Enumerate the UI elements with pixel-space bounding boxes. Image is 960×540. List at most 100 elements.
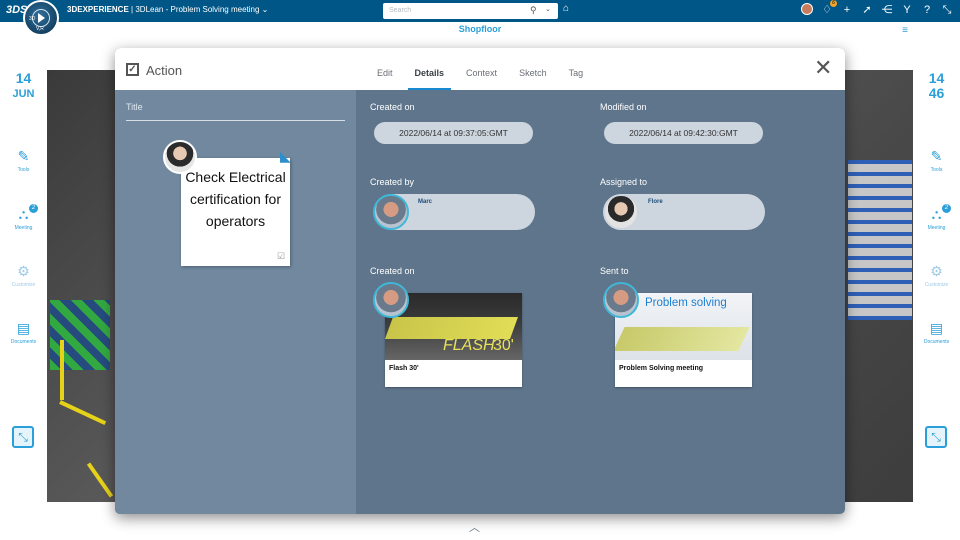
created-on-value: 2022/06/14 at 09:37:05:GMT: [374, 122, 533, 144]
tab-details[interactable]: Details: [407, 48, 452, 90]
compass-vr-label: V,R: [36, 26, 44, 32]
rail-item-label: Documents: [10, 339, 37, 345]
notifications-icon[interactable]: ♢ 6: [820, 0, 837, 17]
created-by-label: Created by: [370, 177, 415, 187]
rail-item-label: Customize: [11, 282, 36, 288]
meeting-badge: 2: [29, 204, 38, 213]
note-curl-icon[interactable]: ◣: [280, 148, 291, 165]
app-name: 3DLean - Problem Solving meeting: [135, 5, 260, 14]
thumb-number: 30': [493, 337, 514, 354]
meeting-icon: ⛬ 2: [0, 204, 47, 223]
search-box[interactable]: Search ⚲ ⌄: [383, 3, 558, 19]
dialog-tabs: Edit Details Context Sketch Tag: [370, 48, 598, 90]
chevron-down-icon: ⌄: [261, 5, 269, 14]
title-label: Title: [126, 102, 143, 112]
notification-badge: 6: [830, 0, 837, 7]
rail-item-tools[interactable]: ✎ Tools: [913, 148, 960, 173]
thumb-text: FLASH: [443, 337, 495, 354]
scene-floor-line: [60, 340, 64, 400]
tab-tag[interactable]: Tag: [562, 48, 591, 90]
apps-icon[interactable]: Y: [900, 3, 914, 17]
avatar: [603, 194, 639, 230]
rail-item-label: Meeting: [927, 225, 946, 231]
tab-edit[interactable]: Edit: [370, 48, 400, 90]
meeting-badge: 2: [942, 204, 951, 213]
created-on-label: Created on: [370, 102, 415, 112]
avatar: [603, 282, 639, 318]
card-title: Problem Solving meeting: [619, 365, 704, 372]
tab-context[interactable]: Context: [459, 48, 504, 90]
modified-on-value: 2022/06/14 at 09:42:30:GMT: [604, 122, 763, 144]
note-checkbox-icon[interactable]: ☑: [277, 251, 285, 262]
add-icon[interactable]: +: [840, 3, 854, 17]
help-icon[interactable]: ?: [920, 3, 934, 17]
rail-item-meeting[interactable]: ⛬ 2 Meeting: [0, 204, 47, 231]
compass[interactable]: 3D V,R: [23, 0, 59, 36]
rail-item-tools[interactable]: ✎ Tools: [0, 148, 47, 173]
search-icon[interactable]: ⚲: [530, 5, 537, 16]
document-icon: ▤: [16, 320, 31, 336]
right-rail: 14 46 ✎ Tools ⛬ 2 Meeting ⚙ Customize ▤ D…: [913, 70, 960, 540]
expand-up-chevron-icon[interactable]: ︿: [469, 519, 480, 535]
title-separator: |: [131, 5, 134, 14]
action-dialog: ✓ Action Edit Details Context Sketch Tag…: [115, 48, 845, 514]
play-icon[interactable]: [38, 13, 45, 23]
time-minute: 46: [928, 85, 945, 101]
machine-shape: [615, 327, 750, 351]
rail-item-customize[interactable]: ⚙ Customize: [0, 263, 47, 288]
close-icon[interactable]: ✕: [814, 57, 832, 79]
card-title: Flash 30': [389, 365, 419, 372]
assigned-to-name: Flore: [648, 199, 663, 205]
scene-machine-left: [50, 300, 110, 370]
user-avatar[interactable]: [800, 3, 814, 17]
date-month: JUN: [12, 88, 35, 100]
created-on-context-label: Created on: [370, 266, 415, 276]
rail-item-label: Meeting: [14, 225, 33, 231]
app-title[interactable]: 3DEXPERIENCE | 3DLean - Problem Solving …: [67, 5, 268, 14]
assigned-to-label: Assigned to: [600, 177, 648, 187]
rail-item-label: Tools: [17, 167, 30, 173]
created-by-name: Marc: [418, 199, 433, 205]
title-underline: [126, 120, 345, 121]
share-icon[interactable]: ➚: [860, 3, 874, 17]
sent-to-label: Sent to: [600, 266, 629, 276]
menu-icon[interactable]: ≡: [902, 25, 908, 36]
search-input[interactable]: Search: [389, 7, 411, 14]
scene-racks-right: [848, 160, 912, 320]
action-note[interactable]: Check Electrical certification for opera…: [181, 158, 290, 266]
fullscreen-exit-icon[interactable]: ⤡: [940, 3, 954, 17]
left-rail: 14 JUN ✎ Tools ⛬ 2 Meeting ⚙ Customize ▤ …: [0, 70, 47, 540]
dialog-header: ✓ Action Edit Details Context Sketch Tag…: [115, 48, 845, 90]
rail-item-label: Tools: [930, 167, 943, 173]
rail-item-documents[interactable]: ▤ Documents: [913, 320, 960, 345]
rail-item-label: Documents: [923, 339, 950, 345]
collapse-view-button[interactable]: ⤡: [12, 426, 34, 448]
tag-icon[interactable]: ⌂: [563, 3, 569, 14]
search-options-chevron-icon[interactable]: ⌄: [545, 5, 551, 13]
collapse-view-button[interactable]: ⤡: [925, 426, 947, 448]
gear-icon: ⚙: [930, 263, 943, 279]
top-bar: 3DS 3DEXPERIENCE | 3DLean - Problem Solv…: [0, 0, 960, 22]
document-icon: ▤: [929, 320, 944, 336]
avatar: [373, 194, 409, 230]
modified-on-label: Modified on: [600, 102, 647, 112]
tab-sketch[interactable]: Sketch: [512, 48, 554, 90]
dialog-title: Action: [146, 63, 183, 78]
meeting-icon: ⛬ 2: [913, 204, 960, 223]
checkbox-icon: ✓: [126, 63, 139, 76]
app-prefix: 3DEXPERIENCE: [67, 5, 129, 14]
rail-item-meeting[interactable]: ⛬ 2 Meeting: [913, 204, 960, 231]
tools-icon: ✎: [930, 148, 943, 164]
gear-icon: ⚙: [17, 263, 30, 279]
tools-icon: ✎: [17, 148, 30, 164]
note-owner-avatar: [163, 140, 197, 174]
compass-3d-label: 3D: [29, 16, 36, 22]
network-icon[interactable]: ⋲: [880, 3, 894, 17]
top-right-toolbar: ♢ 6 + ➚ ⋲ Y ? ⤡: [800, 0, 954, 17]
avatar: [373, 282, 409, 318]
machine-shape: [385, 317, 519, 339]
rail-item-customize[interactable]: ⚙ Customize: [913, 263, 960, 288]
page-title: Shopfloor: [458, 24, 502, 34]
rail-item-documents[interactable]: ▤ Documents: [0, 320, 47, 345]
rail-item-label: Customize: [924, 282, 949, 288]
